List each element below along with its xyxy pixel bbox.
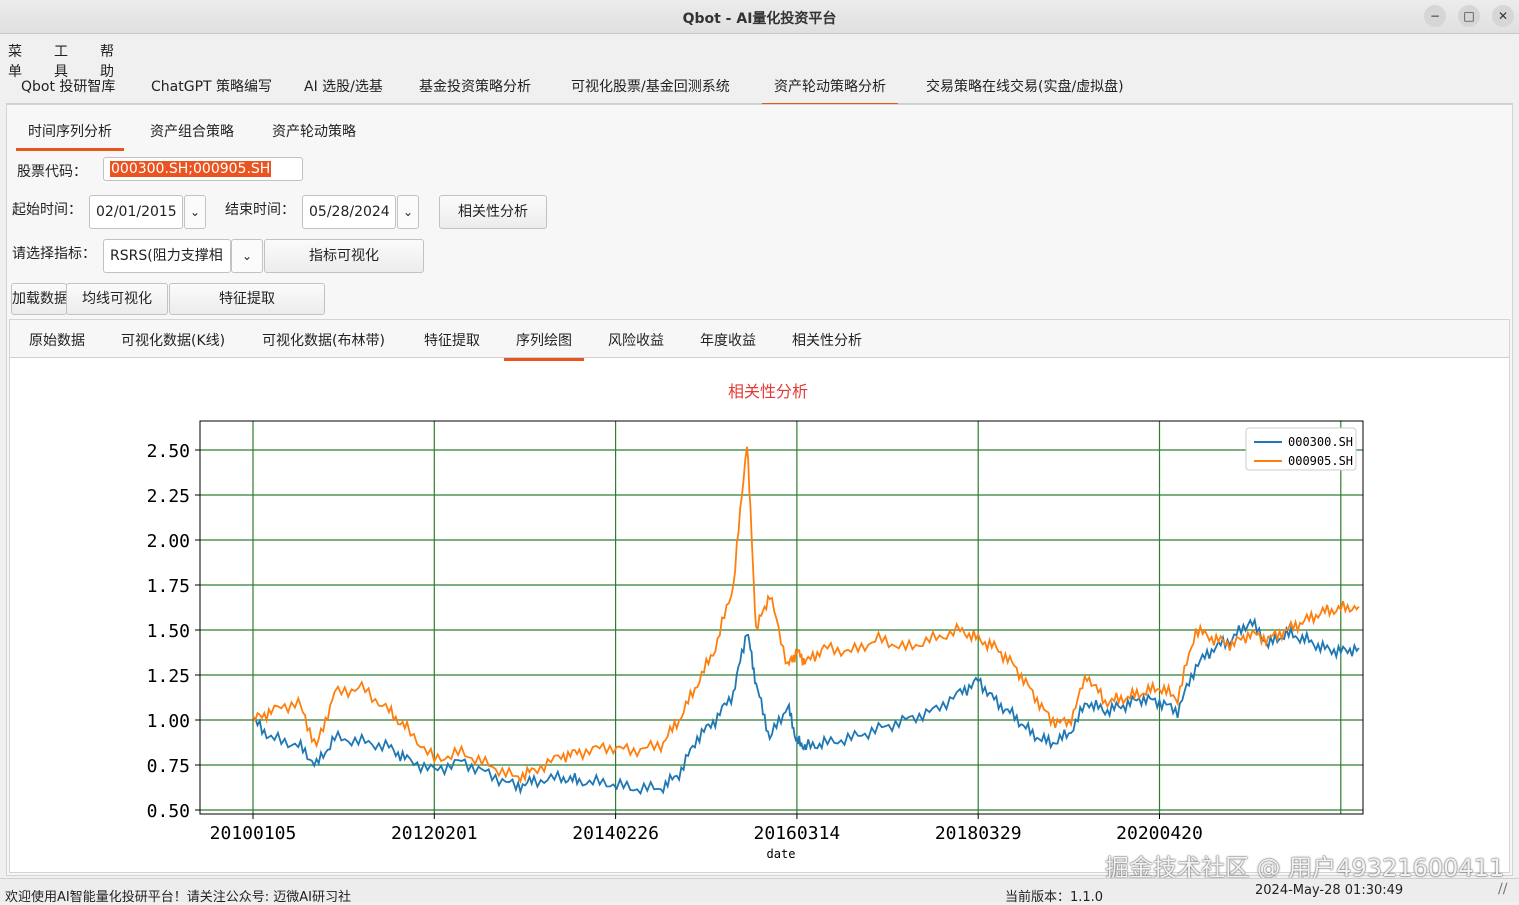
y-tick-label: 2.00 bbox=[147, 531, 190, 552]
stock-code-input[interactable]: 000300.SH;000905.SH bbox=[103, 157, 303, 181]
plot-frame bbox=[199, 420, 1364, 815]
tab-fund-strategy[interactable]: 基金投资策略分析 bbox=[419, 76, 531, 96]
close-button[interactable]: ✕ bbox=[1492, 5, 1514, 27]
datetime-label: 2024-May-28 01:30:49 bbox=[1255, 883, 1404, 898]
tab-backtest-system[interactable]: 可视化股票/基金回测系统 bbox=[571, 76, 730, 96]
chart-legend: 000300.SH 000905.SH bbox=[1245, 427, 1357, 471]
tab-series-plot[interactable]: 序列绘图 bbox=[504, 330, 584, 361]
chevron-down-icon: ⌄ bbox=[189, 205, 201, 219]
indicator-dropdown[interactable]: ⌄ bbox=[231, 239, 263, 273]
tab-risk-return[interactable]: 风险收益 bbox=[608, 330, 664, 350]
indicator-label: 请选择指标： bbox=[12, 246, 96, 262]
chevron-down-icon: ⌄ bbox=[241, 249, 253, 263]
status-bar: 欢迎使用AI智能量化投研平台！请关注公众号: 迈微AI研习社 当前版本：1.1.… bbox=[0, 878, 1519, 905]
x-tick-label: 20160314 bbox=[754, 823, 841, 844]
legend-label: 000300.SH bbox=[1288, 435, 1353, 449]
stock-code-value: 000300.SH;000905.SH bbox=[110, 161, 272, 177]
tab-chatgpt-strategy[interactable]: ChatGPT 策略编写 bbox=[151, 76, 272, 96]
status-message: 欢迎使用AI智能量化投研平台！请关注公众号: 迈微AI研习社 bbox=[5, 890, 351, 905]
x-axis-label: date bbox=[767, 847, 796, 861]
maximize-button[interactable]: □ bbox=[1458, 5, 1480, 27]
start-date-label: 起始时间： bbox=[12, 202, 82, 218]
y-tick-label: 1.75 bbox=[147, 576, 190, 597]
chevron-down-icon: ⌄ bbox=[402, 205, 414, 219]
end-date-input[interactable]: 05/28/2024 bbox=[302, 195, 396, 229]
title-bar: Qbot - AI量化投资平台 − □ ✕ bbox=[0, 0, 1519, 34]
x-tick-label: 20140226 bbox=[572, 823, 659, 844]
tab-raw-data[interactable]: 原始数据 bbox=[29, 330, 85, 350]
view-tab-bar: 原始数据 可视化数据(K线) 可视化数据(布林带) 特征提取 序列绘图 风险收益… bbox=[10, 320, 1509, 361]
tab-annual-return[interactable]: 年度收益 bbox=[700, 330, 756, 350]
indicator-select[interactable]: RSRS(阻力支撑相 bbox=[103, 239, 231, 273]
tab-ai-stock-pick[interactable]: AI 选股/选基 bbox=[304, 76, 383, 96]
start-date-input[interactable]: 02/01/2015 bbox=[89, 195, 183, 229]
minimize-button[interactable]: − bbox=[1424, 5, 1446, 27]
start-date-dropdown[interactable]: ⌄ bbox=[184, 195, 206, 229]
x-tick-label: 20200420 bbox=[1116, 823, 1203, 844]
y-tick-label: 2.50 bbox=[147, 441, 190, 462]
y-tick-label: 2.25 bbox=[147, 486, 190, 507]
legend-label: 000905.SH bbox=[1288, 454, 1353, 468]
main-tab-bar: Qbot 投研智库 ChatGPT 策略编写 AI 选股/选基 基金投资策略分析… bbox=[6, 68, 1513, 106]
y-tick-label: 0.75 bbox=[147, 756, 190, 777]
tab-features[interactable]: 特征提取 bbox=[424, 330, 480, 350]
series-line-000905-sh bbox=[252, 446, 1360, 785]
chart-panel: 原始数据 可视化数据(K线) 可视化数据(布林带) 特征提取 序列绘图 风险收益… bbox=[9, 319, 1510, 873]
version-label: 当前版本：1.1.0 bbox=[1005, 890, 1104, 905]
feature-extract-button[interactable]: 特征提取 bbox=[169, 283, 325, 315]
content-panel: 时间序列分析 资产组合策略 资产轮动策略 股票代码： 000300.SH;000… bbox=[6, 104, 1513, 876]
tab-portfolio[interactable]: 资产组合策略 bbox=[150, 121, 234, 141]
end-date-label: 结束时间： bbox=[225, 202, 295, 218]
correlation-button[interactable]: 相关性分析 bbox=[439, 195, 547, 229]
window-title: Qbot - AI量化投资平台 bbox=[682, 11, 837, 27]
load-data-button[interactable]: 加载数据 bbox=[11, 283, 67, 315]
chart-title: 相关性分析 bbox=[728, 382, 808, 401]
tab-kline[interactable]: 可视化数据(K线) bbox=[121, 330, 225, 350]
y-tick-label: 1.25 bbox=[147, 666, 190, 687]
tab-asset-rotation[interactable]: 资产轮动策略分析 bbox=[762, 76, 898, 106]
tab-time-series[interactable]: 时间序列分析 bbox=[16, 121, 124, 151]
y-tick-label: 1.00 bbox=[147, 711, 190, 732]
tab-rotation-strategy[interactable]: 资产轮动策略 bbox=[272, 121, 356, 141]
y-tick-label: 1.50 bbox=[147, 621, 190, 642]
tab-online-trading[interactable]: 交易策略在线交易(实盘/虚拟盘) bbox=[926, 76, 1124, 96]
end-date-dropdown[interactable]: ⌄ bbox=[397, 195, 419, 229]
resize-grip-icon[interactable]: ∕∕ bbox=[1498, 881, 1507, 897]
y-tick-label: 0.50 bbox=[147, 801, 190, 822]
tab-bollinger[interactable]: 可视化数据(布林带) bbox=[262, 330, 385, 350]
indicator-visualize-button[interactable]: 指标可视化 bbox=[264, 239, 424, 273]
correlation-chart: 相关性分析 0.50 0.75 1.00 1.25 1.50 1.75 2.00 2.25 2.… bbox=[147, 382, 1364, 861]
x-tick-label: 20120201 bbox=[391, 823, 478, 844]
stock-code-label: 股票代码： bbox=[17, 164, 87, 180]
x-tick-label: 20100105 bbox=[210, 823, 297, 844]
tab-correlation[interactable]: 相关性分析 bbox=[792, 330, 862, 350]
tab-qbot-research[interactable]: Qbot 投研智库 bbox=[21, 76, 115, 96]
ma-visualize-button[interactable]: 均线可视化 bbox=[66, 283, 168, 315]
x-tick-label: 20180329 bbox=[935, 823, 1022, 844]
